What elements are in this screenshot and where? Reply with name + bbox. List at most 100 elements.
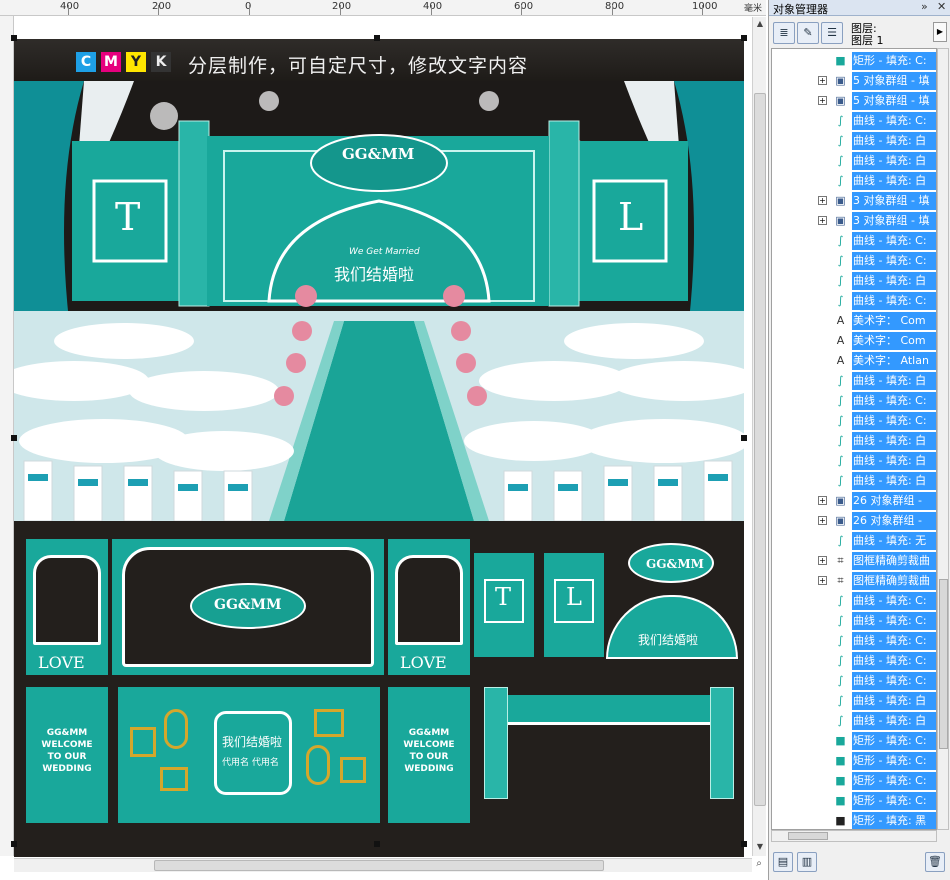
object-row[interactable]: ∫ 曲线 - 填充: 无 [772, 531, 936, 551]
layer-manager-icon[interactable]: ☰ [821, 22, 843, 44]
married-arch[interactable]: 我们结婚啦 [606, 595, 738, 659]
selection-handle[interactable] [374, 35, 380, 41]
object-row[interactable]: ∫ 曲线 - 填充: C: [772, 411, 936, 431]
expand-icon[interactable]: + [818, 76, 827, 85]
edit-across-layers-icon[interactable]: ✎ [797, 22, 819, 44]
object-row[interactable]: ∫ 曲线 - 填充: 白 [772, 131, 936, 151]
object-row-label: 曲线 - 填充: C: [852, 412, 936, 430]
expand-icon[interactable]: + [818, 576, 827, 585]
object-row[interactable]: ∫ 曲线 - 填充: 白 [772, 151, 936, 171]
object-row[interactable]: ∫ 曲线 - 填充: 白 [772, 431, 936, 451]
list-vertical-scrollbar[interactable] [937, 48, 949, 830]
object-row[interactable]: + ▣ 26 对象群组 - [772, 511, 936, 531]
love-panel-right[interactable]: LOVE [388, 539, 470, 675]
object-row[interactable]: ∫ 曲线 - 填充: C: [772, 631, 936, 651]
list-horizontal-scrollbar[interactable] [771, 830, 937, 842]
backdrop-thumb[interactable]: GG&MM [112, 539, 384, 675]
expand-icon[interactable]: + [818, 216, 827, 225]
letter-panel-t[interactable]: T [474, 553, 534, 657]
object-row[interactable]: ∫ 曲线 - 填充: 白 [772, 691, 936, 711]
curve-icon: ∫ [837, 394, 844, 407]
object-row[interactable]: + ⌗ 图框精确剪裁曲 [772, 551, 936, 571]
layer-menu-arrow-icon[interactable]: ▶ [933, 22, 947, 42]
scroll-thumb[interactable] [939, 579, 948, 749]
wedding-design[interactable]: C M Y K 分层制作，可自定尺寸，修改文字内容 GG&MM T L We G… [14, 39, 744, 857]
new-layer-icon[interactable]: ▤ [773, 852, 793, 872]
object-row[interactable]: + ▣ 26 对象群组 - [772, 491, 936, 511]
close-icon[interactable]: ✕ [937, 0, 946, 13]
object-row[interactable]: + ▣ 3 对象群组 - 填 [772, 211, 936, 231]
scroll-down-icon[interactable]: ▼ [755, 842, 765, 854]
arch-gate[interactable] [484, 687, 734, 799]
canvas-vertical-scrollbar[interactable]: ▲ ▼ [752, 17, 766, 856]
object-row[interactable]: ∫ 曲线 - 填充: 白 [772, 271, 936, 291]
curve-icon: ∫ [837, 634, 844, 647]
cmyk-k: K [151, 52, 171, 72]
scroll-thumb[interactable] [754, 93, 766, 806]
welcome-panel-left[interactable]: GG&MM WELCOME TO OUR WEDDING [26, 687, 108, 823]
object-row[interactable]: + ▣ 5 对象群组 - 填 [772, 71, 936, 91]
horizontal-ruler[interactable]: 400 200 0 200 400 600 800 1000 毫米 [0, 0, 766, 16]
object-row[interactable]: + ▣ 3 对象群组 - 填 [772, 191, 936, 211]
object-row[interactable]: ■ 矩形 - 填充: C: [772, 771, 936, 791]
object-row[interactable]: ∫ 曲线 - 填充: 白 [772, 711, 936, 731]
object-row[interactable]: ∫ 曲线 - 填充: C: [772, 251, 936, 271]
object-row[interactable]: ∫ 曲线 - 填充: C: [772, 591, 936, 611]
selection-handle[interactable] [741, 35, 747, 41]
banner-text: 分层制作，可自定尺寸，修改文字内容 [188, 55, 529, 77]
object-row[interactable]: ∫ 曲线 - 填充: C: [772, 671, 936, 691]
expand-icon[interactable]: + [818, 496, 827, 505]
show-properties-icon[interactable]: ≣ [773, 22, 795, 44]
letter-panel-l[interactable]: L [544, 553, 604, 657]
object-row[interactable]: ∫ 曲线 - 填充: C: [772, 291, 936, 311]
object-row-label: 曲线 - 填充: 白 [852, 372, 936, 390]
selection-handle[interactable] [11, 841, 17, 847]
love-panel-left[interactable]: LOVE [26, 539, 108, 675]
object-row[interactable]: ∫ 曲线 - 填充: C: [772, 111, 936, 131]
selection-handle[interactable] [741, 841, 747, 847]
scroll-up-icon[interactable]: ▲ [755, 19, 765, 31]
banner[interactable]: C M Y K 分层制作，可自定尺寸，修改文字内容 [14, 39, 744, 81]
object-row[interactable]: ■ 矩形 - 填充: C: [772, 791, 936, 811]
selection-handle[interactable] [11, 35, 17, 41]
delete-icon[interactable]: 🗑 [925, 852, 945, 872]
expand-icon[interactable]: + [818, 196, 827, 205]
expand-icon[interactable]: + [818, 516, 827, 525]
object-row[interactable]: A 美术字： Com [772, 311, 936, 331]
object-row[interactable]: + ⌗ 图框精确剪裁曲 [772, 571, 936, 591]
object-row[interactable]: ■ 矩形 - 填充: 黑 [772, 811, 936, 829]
object-row[interactable]: + ▣ 5 对象群组 - 填 [772, 91, 936, 111]
new-master-layer-icon[interactable]: ▥ [797, 852, 817, 872]
expand-icon[interactable]: + [818, 96, 827, 105]
selection-handle[interactable] [11, 435, 17, 441]
stage-scene[interactable]: GG&MM T L We Get Married 我们结婚啦 [14, 81, 744, 521]
object-row[interactable]: ∫ 曲线 - 填充: 白 [772, 171, 936, 191]
object-row[interactable]: ■ 矩形 - 填充: C: [772, 751, 936, 771]
object-row[interactable]: ∫ 曲线 - 填充: C: [772, 231, 936, 251]
object-row[interactable]: ∫ 曲线 - 填充: C: [772, 611, 936, 631]
object-row[interactable]: ∫ 曲线 - 填充: 白 [772, 371, 936, 391]
panel-title-bar[interactable]: 对象管理器 » ✕ [769, 0, 950, 16]
object-row[interactable]: ∫ 曲线 - 填充: 白 [772, 451, 936, 471]
photo-wall[interactable]: 我们结婚啦 代用名 代用名 [118, 687, 380, 823]
object-row[interactable]: ∫ 曲线 - 填充: C: [772, 391, 936, 411]
welcome-panel-right[interactable]: GG&MM WELCOME TO OUR WEDDING [388, 687, 470, 823]
object-row[interactable]: A 美术字： Atlan [772, 351, 936, 371]
object-list[interactable]: ■ 矩形 - 填充: C: + ▣ 5 对象群组 - 填 + ▣ 5 对象群组 - 填 ∫ 曲线 … [771, 48, 937, 830]
monogram-badge[interactable]: GG&MM [628, 543, 714, 583]
scroll-thumb[interactable] [154, 860, 604, 871]
object-row[interactable]: ■ 矩形 - 填充: C: [772, 51, 936, 71]
expand-icon[interactable]: + [818, 556, 827, 565]
object-row[interactable]: ∫ 曲线 - 填充: C: [772, 651, 936, 671]
scroll-thumb[interactable] [788, 832, 828, 840]
collapse-icon[interactable]: » [921, 0, 928, 13]
zoom-icon[interactable]: ⌕ [752, 858, 766, 872]
object-row[interactable]: ∫ 曲线 - 填充: 白 [772, 471, 936, 491]
object-row[interactable]: ■ 矩形 - 填充: C: [772, 731, 936, 751]
selection-handle[interactable] [741, 435, 747, 441]
selection-handle[interactable] [374, 841, 380, 847]
object-row-label: 美术字： Atlan [852, 352, 936, 370]
drawing-canvas[interactable]: C M Y K 分层制作，可自定尺寸，修改文字内容 GG&MM T L We G… [11, 17, 752, 857]
canvas-horizontal-scrollbar[interactable] [14, 858, 752, 872]
object-row[interactable]: A 美术字： Com [772, 331, 936, 351]
